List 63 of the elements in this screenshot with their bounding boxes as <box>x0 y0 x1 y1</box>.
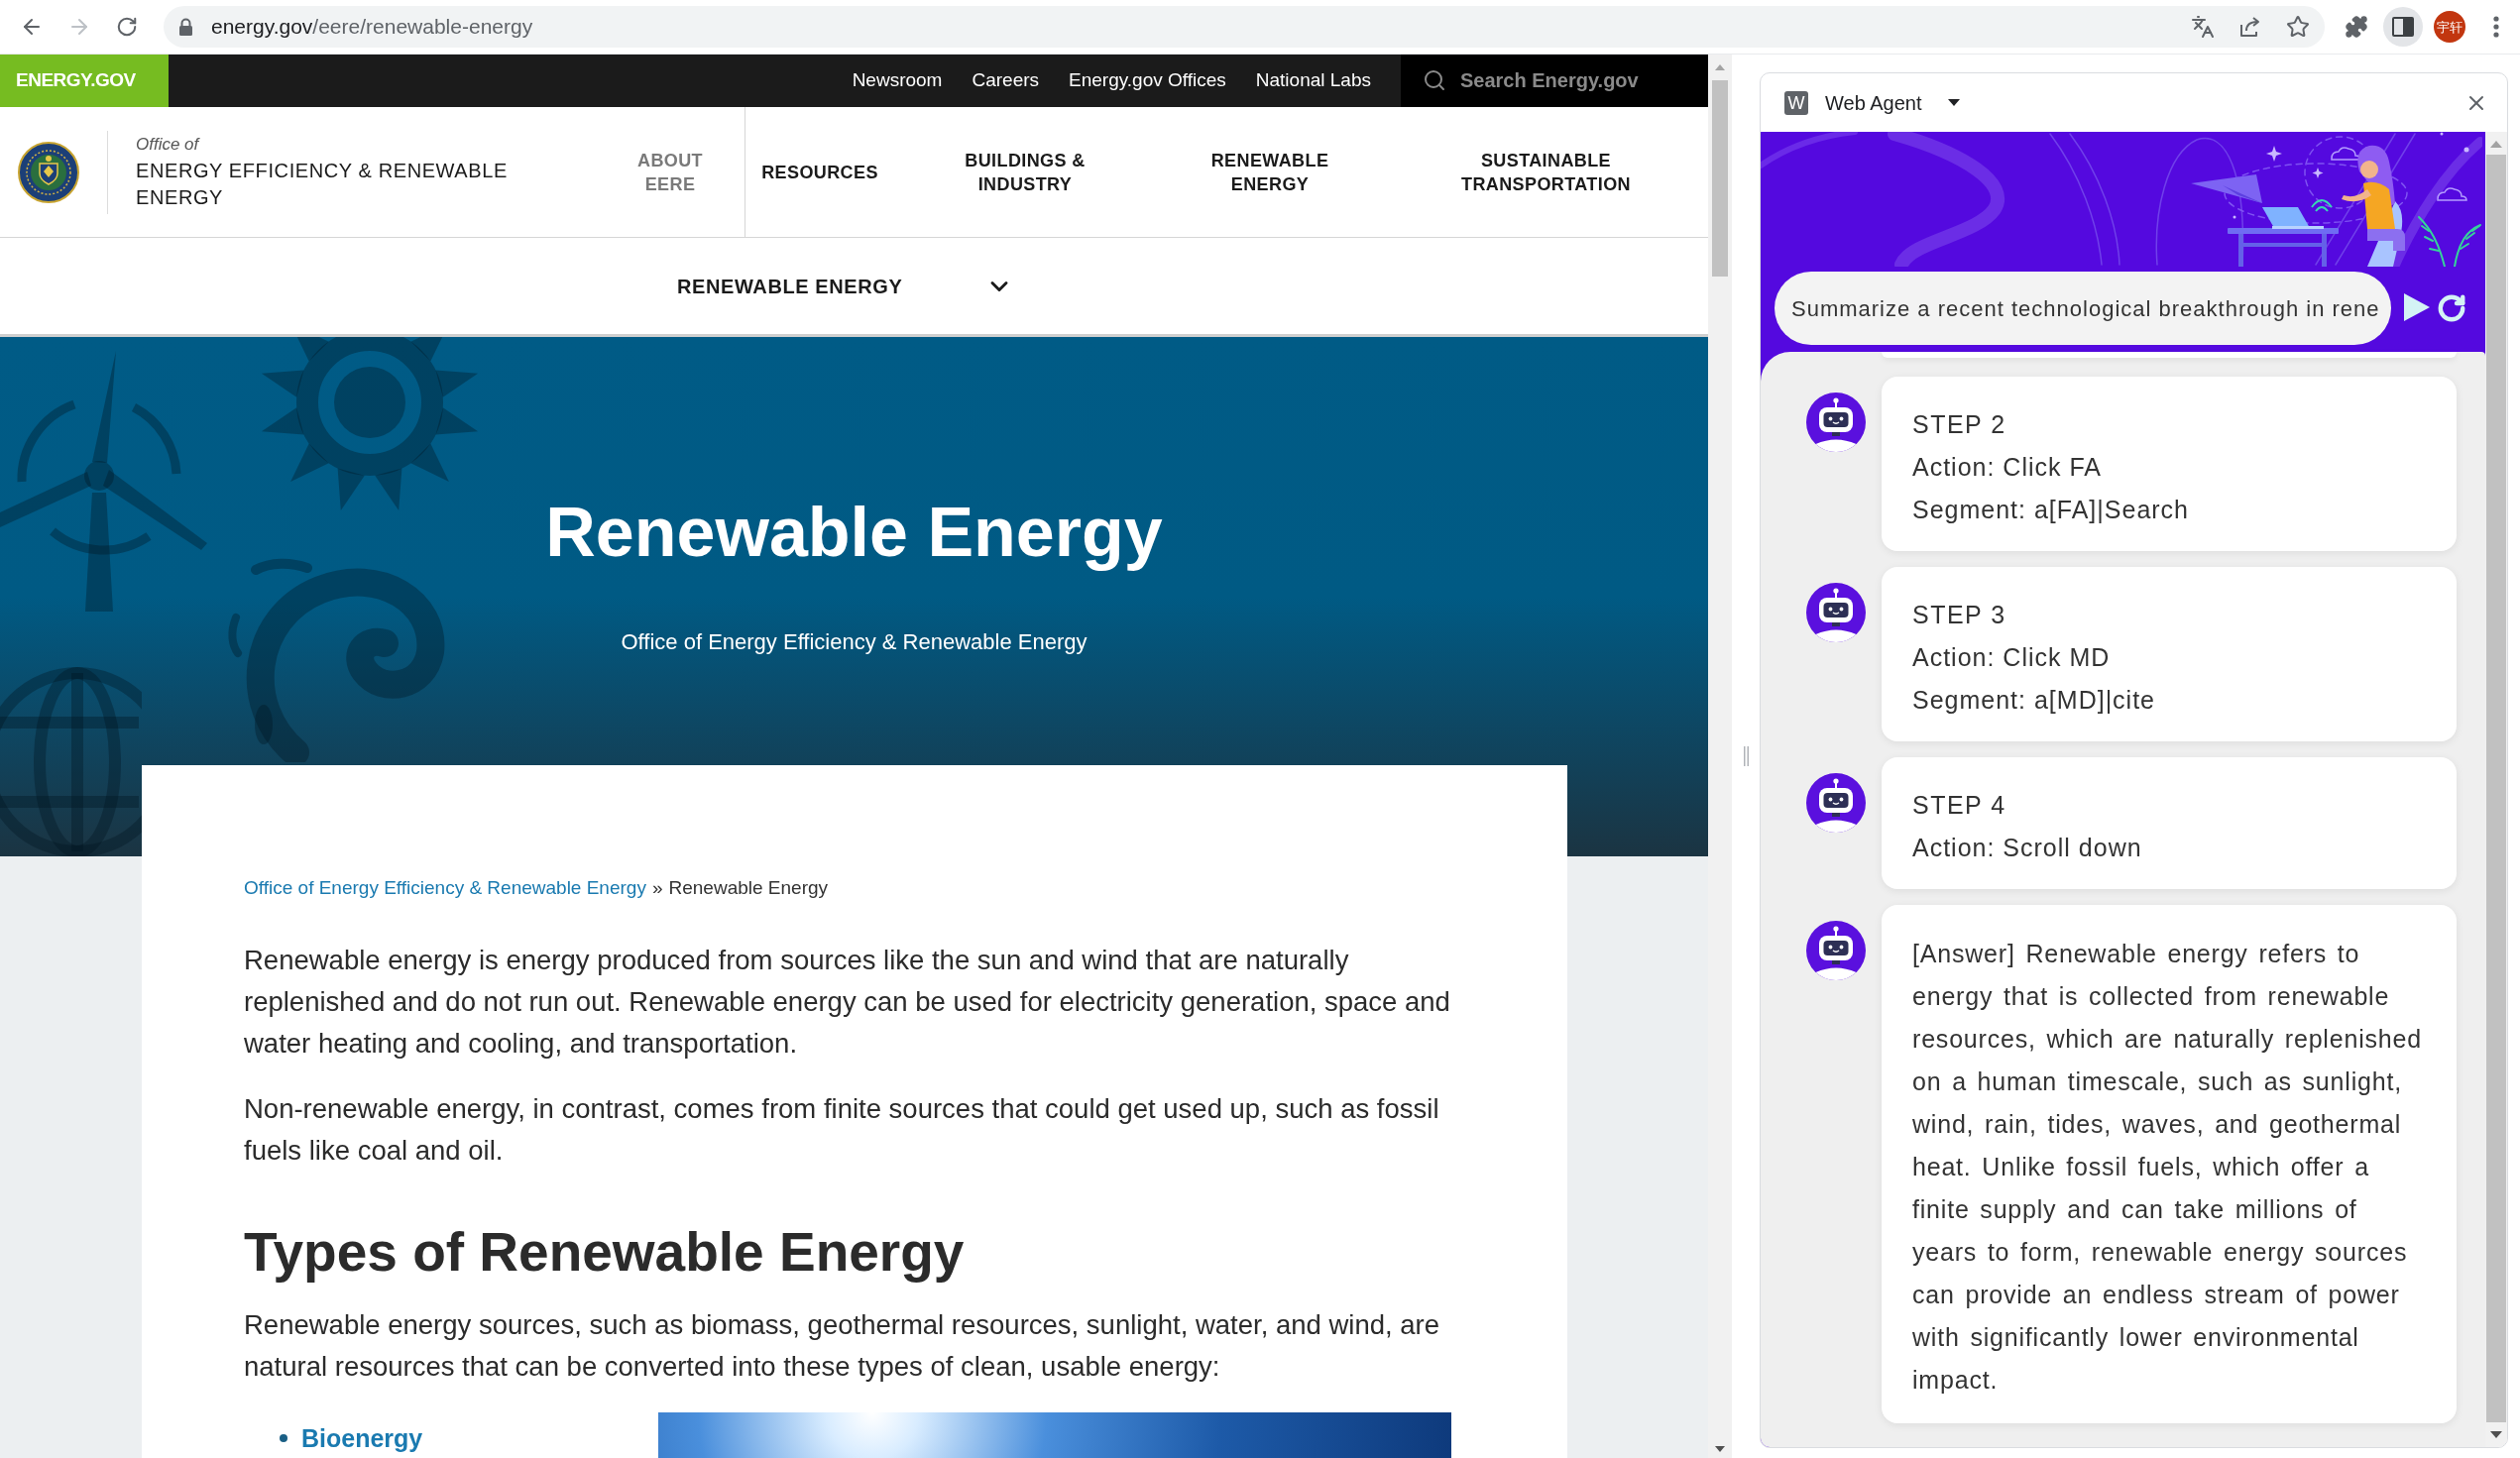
share-icon[interactable] <box>2238 15 2262 39</box>
step-detail: Action: Click MD <box>1912 642 2112 673</box>
main-nav-link[interactable]: SUSTAINABLE TRANSPORTATION <box>1446 148 1646 196</box>
step-title: STEP 3 <box>1912 600 2007 630</box>
hero-title: Renewable Energy <box>545 493 1163 572</box>
hero-subtitle: Office of Energy Efficiency & Renewable Energy <box>621 628 1088 656</box>
puzzle-icon <box>2345 15 2368 39</box>
top-nav-link[interactable]: Newsroom <box>852 66 943 95</box>
main-nav-link[interactable]: RENEWABLE ENERGY <box>1207 148 1332 196</box>
play-icon <box>2404 293 2430 321</box>
search-field[interactable]: Search Energy.gov <box>1401 55 1708 107</box>
reload-icon <box>116 16 138 38</box>
robot-avatar-icon <box>1806 773 1866 833</box>
scroll-down-icon[interactable] <box>1715 1446 1725 1452</box>
step-title: STEP 2 <box>1912 409 2007 440</box>
scroll-down-icon[interactable] <box>2490 1431 2502 1438</box>
run-button[interactable] <box>2403 292 2431 322</box>
refresh-icon <box>2437 293 2466 323</box>
side-panel-button[interactable] <box>2383 7 2423 47</box>
topic-link[interactable]: Bioenergy <box>301 1423 423 1453</box>
body-paragraph: Non-renewable energy, in contrast, comes from finite sources that could get used up, such as fossil fuels like coal and oil. <box>244 1092 1440 1168</box>
robot-avatar-icon <box>1806 583 1866 642</box>
translate-icon[interactable] <box>2191 15 2215 39</box>
robot-avatar-icon <box>1806 921 1866 980</box>
address-bar[interactable]: energy.gov/eere/renewable-energy <box>164 6 2325 48</box>
body-paragraph: Renewable energy is energy produced from sources like the sun and wind that are naturally replenished and do not run out. Renewable energy can be used for electricity generation, space and water heating and cooling, and transportation. <box>244 944 1451 1061</box>
main-nav-link[interactable]: ABOUT EERE <box>630 148 710 196</box>
resize-grip-icon[interactable] <box>1743 746 1749 766</box>
step-detail: Action: Scroll down <box>1912 833 2143 863</box>
office-name[interactable]: ENERGY EFFICIENCY & RENEWABLE ENERGY <box>136 157 542 211</box>
step-detail: Segment: a[FA]|Search <box>1912 495 2191 525</box>
breadcrumb-link[interactable]: Office of Energy Efficiency & Renewable Energy <box>244 876 646 900</box>
search-icon <box>1423 68 1446 92</box>
answer-text: [Answer] Renewable energy refers to energy that is collected from renewable resources, which are naturally replenished on a human timescale, such as sunlight, wind, rain, tides, waves, and geothermal heat. Unlike fossil fuels, which offer a finite supply and can take millions of years to form, renewable energy sources can provide an endless stream of power with significantly lower environmental impact. <box>1912 939 2423 1396</box>
seal-logo-icon <box>18 141 79 203</box>
bullet-icon <box>280 1434 287 1442</box>
section-heading: Types of Renewable Energy <box>244 1220 966 1285</box>
main-nav-link[interactable]: BUILDINGS & INDUSTRY <box>956 148 1094 196</box>
app-logo: W <box>1784 90 1808 115</box>
main-nav-link[interactable]: RESOURCES <box>761 160 878 184</box>
step-detail: Segment: a[MD]|cite <box>1912 685 2157 716</box>
bookmark-star-icon[interactable] <box>2286 15 2310 39</box>
breadcrumb-separator: » <box>651 876 663 900</box>
side-panel-icon <box>2392 17 2414 37</box>
prompt-field[interactable]: Summarize a recent technological breakthrough in rene <box>1775 272 2391 345</box>
step-title: STEP 4 <box>1912 790 2007 821</box>
page-scrollbar-thumb[interactable] <box>1712 80 1728 277</box>
profile-avatar[interactable]: 宇轩 <box>2434 11 2465 43</box>
panel-title[interactable]: Web Agent <box>1825 87 1922 118</box>
step-detail: Action: Click FA <box>1912 452 2104 483</box>
top-nav-link[interactable]: Energy.gov Offices <box>1069 66 1226 95</box>
top-nav-link[interactable]: Careers <box>972 66 1040 95</box>
kebab-menu-icon <box>2493 16 2499 38</box>
url-text: energy.gov/eere/renewable-energy <box>211 14 533 41</box>
restart-button[interactable] <box>2436 292 2467 324</box>
top-nav-link[interactable]: National Labs <box>1255 66 1371 95</box>
body-paragraph: Renewable energy sources, such as biomass, geothermal resources, sunlight, water, and wind, are natural resources that can be converted into these types of clean, usable energy: <box>244 1308 1441 1384</box>
office-prefix: Office of <box>136 133 201 156</box>
caret-down-icon[interactable] <box>1948 99 1961 106</box>
lock-icon <box>178 18 193 36</box>
section-dropdown[interactable]: RENEWABLE ENERGY <box>677 271 1014 301</box>
breadcrumb-current: Renewable Energy <box>668 876 829 900</box>
robot-avatar-icon <box>1806 393 1866 452</box>
